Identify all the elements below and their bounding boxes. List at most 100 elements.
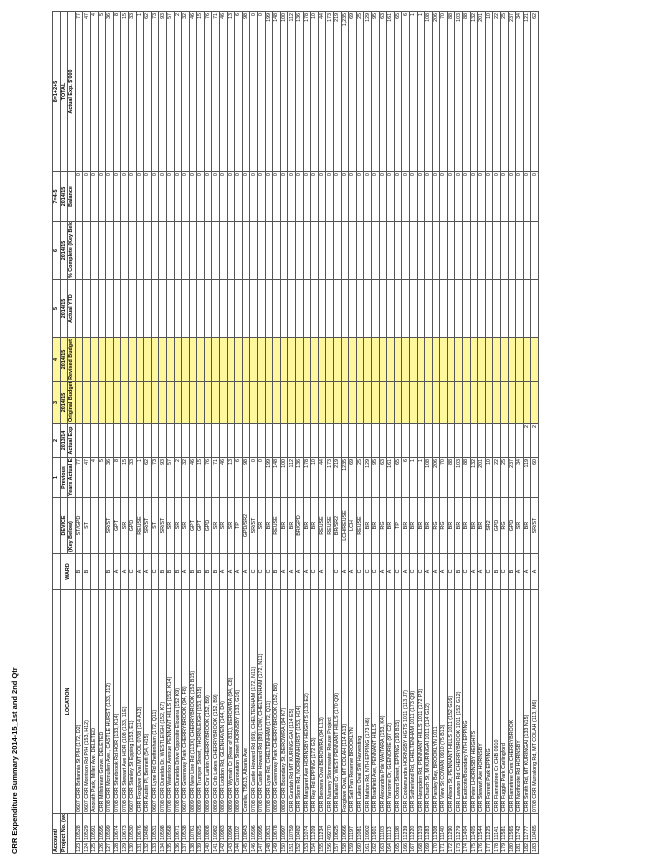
device-cell: GPD — [492, 497, 501, 554]
table-row: 135 10568 0708 CRR Waterloo Avenue PENNANT… — [166, 11, 174, 854]
actual-ytd-cell — [272, 279, 281, 338]
total-cell: 121 — [523, 11, 531, 172]
previous-years-cell: 13 — [227, 457, 235, 498]
device-cell: BR — [265, 497, 273, 554]
revised-budget-cell — [90, 337, 99, 382]
table-row: 182 11777 CRR Smith Rd, MT KURINGAI (133 N… — [523, 11, 531, 854]
location-cell: 0809 CRR Cnr Larkin CHERRYBROOK (152, B9… — [204, 589, 212, 814]
total-cell: 103 — [454, 11, 463, 172]
previous-years-cell: 206 — [432, 457, 440, 498]
location-cell: 0607 CRR Lyne Rd Cheltenham (172, Q11) — [151, 589, 159, 814]
header-blank — [67, 813, 76, 854]
actual-ytd-cell — [379, 279, 387, 338]
revised-budget-cell — [379, 337, 387, 382]
balance-cell: 0 — [166, 171, 174, 222]
header-rows: Account/ 1 2 3 4 5 6 7=4-5 8=1+2+5 Proje… — [52, 11, 76, 854]
account-cell: 10631 — [265, 813, 273, 842]
device-cell: BR — [401, 497, 410, 554]
revised-budget-cell — [280, 337, 288, 382]
percent-complete-cell — [257, 221, 266, 280]
actual-ytd-cell — [530, 279, 539, 338]
balance-cell: 0 — [120, 171, 129, 222]
actual-2013-14-cell — [287, 423, 296, 458]
header-location: LOCATION — [60, 589, 76, 814]
account-cell: 10531 — [151, 813, 159, 842]
previous-years-cell: 46 — [219, 457, 228, 498]
device-cell: GPD/SR2 — [242, 497, 250, 554]
balance-cell: 0 — [386, 171, 395, 222]
device-cell: BR — [371, 497, 380, 554]
table-row: 168 11319 CRR Hampden Rd, PENNANT HILLS 10… — [417, 11, 425, 854]
location-cell: 0708 CRR Sherbrook Rd HOR (133, K14) — [113, 589, 121, 814]
previous-years-cell: 129 — [363, 457, 372, 498]
table-row: 127 10599 0708 CRR Mcmullen Ave., CASTLE H… — [105, 11, 114, 854]
location-cell: CRR Flamestree Cr CHB 0910 — [492, 589, 501, 814]
account-cell: 10598 — [158, 813, 167, 842]
total-cell: 88 — [447, 11, 455, 172]
balance-cell: 0 — [500, 171, 509, 222]
revised-budget-cell — [151, 337, 159, 382]
header-col3-year: 2014/15 — [60, 381, 68, 424]
account-cell: 10625 — [333, 813, 342, 842]
table-row: 124 10529 0607 CRR Morrison Rd P/H (153, H… — [82, 11, 91, 854]
actual-2013-14-cell — [189, 423, 197, 458]
revised-budget-cell — [128, 337, 137, 382]
header-col2-year: 2013/14 — [60, 423, 68, 458]
account-cell: 11565 — [508, 813, 516, 842]
previous-years-cell: 219 — [333, 457, 342, 498]
location-cell: CRR Austin Pl, Bennett (54, H15) — [143, 589, 152, 814]
total-cell: 22 — [492, 11, 501, 172]
balance-cell: 0 — [90, 171, 99, 222]
revised-budget-cell — [424, 337, 433, 382]
device-cell: BR/SR2 — [333, 497, 342, 554]
table-row: 183 10485 0708 CRR Murralong Rd, MT COLAH … — [530, 11, 539, 854]
table-row: 160 11081 CRR Lakes Oval SW Harvesting C REU… — [356, 11, 364, 854]
revised-budget-cell — [447, 337, 455, 382]
revised-budget-cell — [166, 337, 174, 382]
device-cell: GPD — [508, 497, 516, 554]
balance-cell: 0 — [113, 171, 121, 222]
original-budget-cell — [515, 381, 524, 424]
revised-budget-cell — [158, 337, 167, 382]
row-number: 161 — [363, 841, 372, 854]
page: CRR Expenditure Summary 2014-15_1st and … — [0, 0, 666, 862]
percent-complete-cell — [158, 221, 167, 280]
total-cell: 62 — [530, 11, 539, 172]
previous-years-cell: 161 — [386, 457, 395, 498]
row-number: 155 — [318, 841, 326, 854]
revised-budget-cell — [333, 337, 342, 382]
original-budget-cell — [181, 381, 190, 424]
total-cell: 173 — [325, 11, 334, 172]
percent-complete-cell — [265, 221, 273, 280]
actual-2013-14-cell — [242, 423, 250, 458]
device-cell: BR — [280, 497, 288, 554]
actual-2013-14-cell — [439, 423, 448, 458]
table-row: 164 11113 CRR Yarrome Dr, GLENORIE (97 C2)… — [386, 11, 395, 854]
original-budget-cell — [447, 381, 455, 424]
percent-complete-cell — [280, 221, 288, 280]
table-row: 173 11279 CRR Lawson Rd CHERRYBROOK 1011 (… — [454, 11, 463, 854]
row-number: 141 — [211, 841, 220, 854]
balance-cell: 0 — [454, 171, 463, 222]
percent-complete-cell — [128, 221, 137, 280]
location-cell: CRR Alison St, PENNANT HILLS 1011 (152 G… — [447, 589, 455, 814]
actual-2013-14-cell — [174, 423, 182, 458]
ward-cell: A — [523, 553, 531, 590]
revised-budget-cell — [120, 337, 129, 382]
balance-cell: 0 — [219, 171, 228, 222]
account-cell: 10843 — [242, 813, 250, 842]
device-cell: BR — [454, 497, 463, 554]
actual-2013-14-cell — [82, 423, 91, 458]
device-cell: RG — [500, 497, 509, 554]
actual-ytd-cell — [348, 279, 357, 338]
previous-years-cell: 2 — [174, 457, 182, 498]
revised-budget-cell — [181, 337, 190, 382]
table-row: 153 11074 CRR Margaret Ave HORNSBY HEIGHTS… — [303, 11, 311, 854]
percent-complete-cell — [303, 221, 311, 280]
header-col7-year: 2014/15 — [60, 171, 68, 222]
balance-cell: 0 — [325, 171, 334, 222]
actual-ytd-cell — [128, 279, 137, 338]
total-cell: 71 — [211, 11, 220, 172]
total-cell: 1 — [136, 11, 144, 172]
table-row: 139 10825 0809 CRR Trumper Street, THORNLE… — [196, 11, 205, 854]
